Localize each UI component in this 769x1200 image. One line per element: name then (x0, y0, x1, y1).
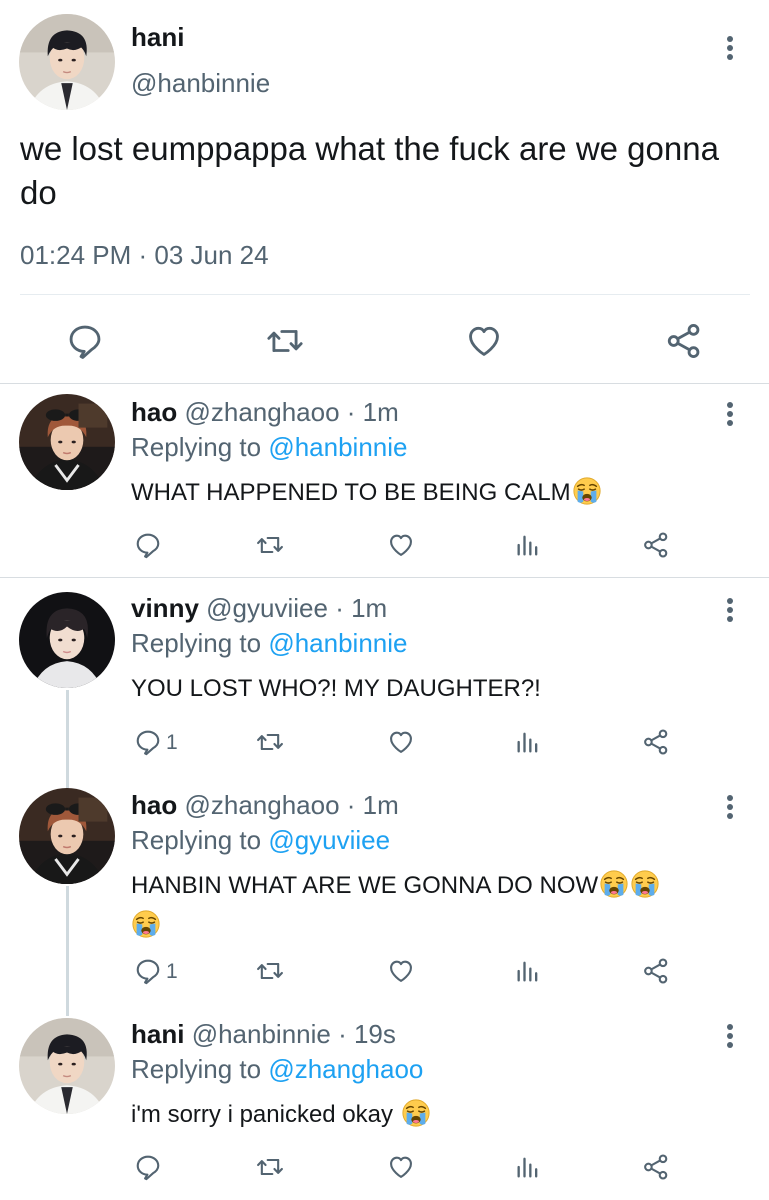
reply-author-name[interactable]: hao (131, 790, 177, 820)
replying-label: Replying to (131, 825, 262, 855)
loudly-crying-face-icon (401, 1098, 431, 1128)
reply-text: HANBIN WHAT ARE WE GONNA DO NOW (131, 866, 731, 946)
more-options-icon[interactable] (726, 1024, 734, 1048)
reply-author-handle[interactable]: @zhanghaoo (184, 790, 339, 820)
reply-header[interactable]: hani @hanbinnie · 19s (131, 1019, 396, 1050)
reply-time: · 1m (346, 397, 399, 427)
like-icon[interactable] (387, 531, 415, 559)
replying-to: Replying to @hanbinnie (131, 628, 407, 659)
more-options-icon[interactable] (726, 598, 734, 622)
like-icon[interactable] (387, 957, 415, 985)
thread-view: hani @hanbinnie we lost eumppappa what t… (0, 0, 769, 1200)
reply-count: 1 (166, 731, 178, 754)
reply-text: i'm sorry i panicked okay (131, 1095, 731, 1135)
hani-avatar-image (19, 14, 115, 110)
reply-icon[interactable] (134, 531, 162, 559)
author-handle[interactable]: @hanbinnie (131, 68, 270, 99)
replying-to: Replying to @zhanghaoo (131, 1054, 423, 1085)
author-name[interactable]: hani (131, 22, 184, 53)
reply-time: · 19s (338, 1019, 396, 1049)
retweet-icon[interactable] (256, 531, 284, 559)
thread-connector (66, 690, 69, 790)
avatar[interactable] (19, 14, 115, 110)
reply-text: YOU LOST WHO?! MY DAUGHTER?! (131, 669, 731, 709)
retweet-icon[interactable] (266, 322, 304, 360)
reply-author-handle[interactable]: @hanbinnie (192, 1019, 331, 1049)
avatar[interactable] (19, 592, 115, 688)
more-options-icon[interactable] (726, 795, 734, 819)
reply-time: · 1m (346, 790, 399, 820)
reply-time: · 1m (335, 593, 388, 623)
avatar[interactable] (19, 1018, 115, 1114)
tweet-text: we lost eumppappa what the fuck are we g… (20, 130, 719, 211)
avatar[interactable] (19, 394, 115, 490)
divider (20, 294, 750, 295)
replying-label: Replying to (131, 432, 262, 462)
reply-icon[interactable] (134, 957, 162, 985)
avatar[interactable] (19, 788, 115, 884)
reply-header[interactable]: hao @zhanghaoo · 1m (131, 790, 399, 821)
replying-to-link[interactable]: @hanbinnie (268, 628, 407, 658)
hao-avatar-image (19, 394, 115, 490)
more-options-icon[interactable] (726, 36, 734, 60)
more-options-icon[interactable] (726, 402, 734, 426)
reply-text-content: YOU LOST WHO?! MY DAUGHTER?! (131, 675, 541, 702)
retweet-icon[interactable] (256, 728, 284, 756)
reply-icon[interactable] (66, 322, 104, 360)
hani-avatar-image (19, 1018, 115, 1114)
retweet-icon[interactable] (256, 1153, 284, 1181)
reply-header[interactable]: hao @zhanghaoo · 1m (131, 397, 399, 428)
share-icon[interactable] (642, 957, 670, 985)
share-icon[interactable] (642, 531, 670, 559)
share-icon[interactable] (642, 728, 670, 756)
like-icon[interactable] (387, 728, 415, 756)
vinny-avatar-image (19, 592, 115, 688)
replying-to-link[interactable]: @hanbinnie (268, 432, 407, 462)
like-icon[interactable] (465, 322, 503, 360)
replying-to: Replying to @hanbinnie (131, 432, 407, 463)
replying-label: Replying to (131, 628, 262, 658)
reply-text-content: HANBIN WHAT ARE WE GONNA DO NOW (131, 872, 599, 899)
reply-text-content: i'm sorry i panicked okay (131, 1101, 394, 1128)
stats-icon[interactable] (514, 728, 542, 756)
like-icon[interactable] (387, 1153, 415, 1181)
share-icon[interactable] (642, 1153, 670, 1181)
replying-to-link[interactable]: @zhanghaoo (268, 1054, 423, 1084)
reply-author-name[interactable]: hani (131, 1019, 184, 1049)
retweet-icon[interactable] (256, 957, 284, 985)
tweet-timestamp[interactable]: 01:24 PM · 03 Jun 24 (20, 240, 269, 271)
stats-icon[interactable] (514, 531, 542, 559)
reply-author-name[interactable]: hao (131, 397, 177, 427)
reply-icon[interactable] (134, 728, 162, 756)
stats-icon[interactable] (514, 957, 542, 985)
divider (0, 383, 769, 384)
reply-header[interactable]: vinny @gyuviiee · 1m (131, 593, 387, 624)
reply-text-content: WHAT HAPPENED TO BE BEING CALM (131, 479, 571, 506)
replying-label: Replying to (131, 1054, 262, 1084)
share-icon[interactable] (665, 322, 703, 360)
reply-author-handle[interactable]: @zhanghaoo (184, 397, 339, 427)
reply-text: WHAT HAPPENED TO BE BEING CALM (131, 473, 731, 513)
divider (0, 577, 769, 578)
loudly-crying-face-icon (131, 909, 161, 939)
replying-to-link[interactable]: @gyuviiee (268, 825, 390, 855)
reply-author-name[interactable]: vinny (131, 593, 199, 623)
loudly-crying-face-icon (572, 476, 602, 506)
loudly-crying-face-icon (630, 869, 660, 899)
loudly-crying-face-icon (599, 869, 629, 899)
replying-to: Replying to @gyuviiee (131, 825, 390, 856)
stats-icon[interactable] (514, 1153, 542, 1181)
reply-count: 1 (166, 960, 178, 983)
reply-author-handle[interactable]: @gyuviiee (206, 593, 328, 623)
reply-icon[interactable] (134, 1153, 162, 1181)
thread-connector (66, 886, 69, 1016)
hao-avatar-image (19, 788, 115, 884)
